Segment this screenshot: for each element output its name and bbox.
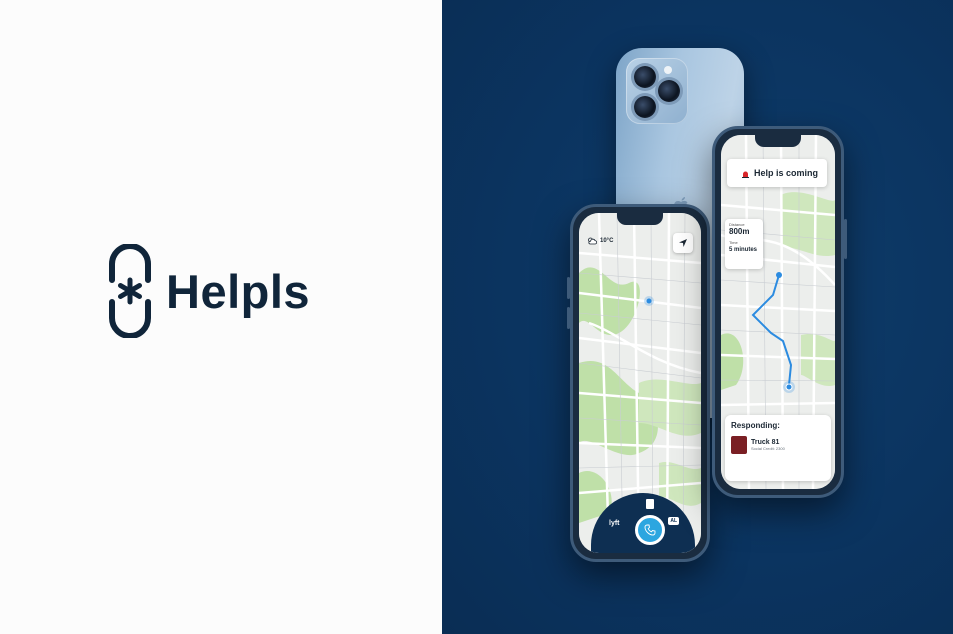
camera-lens-icon: [634, 96, 656, 118]
recenter-button[interactable]: [673, 233, 693, 253]
responder-row: Truck 81 Social Credit: 2300: [731, 436, 825, 454]
brand-name: Helpls: [166, 264, 311, 318]
power-button: [844, 219, 847, 259]
temperature-label: 10°C: [600, 238, 614, 244]
camera-module: [626, 58, 688, 124]
eta-card: Distance 800m Time 5 minutes: [725, 219, 763, 269]
responding-title: Responding:: [731, 421, 780, 430]
volume-button: [567, 307, 570, 329]
showcase-panel: 10°C lyft AL Help is coming Distance 800…: [442, 0, 953, 634]
notch: [617, 213, 663, 225]
unit-subtitle: Social Credit: 2300: [751, 446, 785, 451]
phone-icon: [644, 524, 656, 536]
time-value: 5 minutes: [729, 247, 758, 253]
responder-card[interactable]: Responding: Truck 81 Social Credit: 2300: [725, 415, 831, 481]
distance-value: 800m: [729, 227, 750, 236]
camera-lens-icon: [658, 80, 680, 102]
volume-button: [567, 277, 570, 299]
phone-map-screen: 10°C lyft AL: [567, 204, 710, 562]
status-title: Help is coming: [754, 168, 819, 178]
truck-thumbnail: [731, 436, 747, 454]
weather-widget: 10°C: [587, 237, 613, 245]
unit-name: Truck 81: [751, 439, 780, 446]
call-button[interactable]: [635, 515, 665, 545]
siren-icon: [742, 171, 749, 178]
status-banner: Help is coming: [727, 159, 827, 187]
building-icon[interactable]: [646, 499, 654, 509]
screen: 10°C lyft AL: [579, 213, 701, 553]
lyft-button[interactable]: lyft: [609, 520, 620, 527]
flash-icon: [664, 66, 672, 74]
phone-tracking-screen: Help is coming Distance 800m Time 5 minu…: [712, 126, 847, 498]
camera-lens-icon: [634, 66, 656, 88]
navigation-arrow-icon: [679, 239, 687, 247]
asterisk-link-icon: [109, 244, 151, 338]
screen: Help is coming Distance 800m Time 5 minu…: [721, 135, 835, 489]
cloud-sun-icon: [588, 237, 597, 245]
al-badge-button[interactable]: AL: [668, 517, 679, 525]
helpls-logo: Helpls: [108, 244, 310, 338]
brand-panel: Helpls: [0, 0, 442, 634]
notch: [755, 135, 801, 147]
